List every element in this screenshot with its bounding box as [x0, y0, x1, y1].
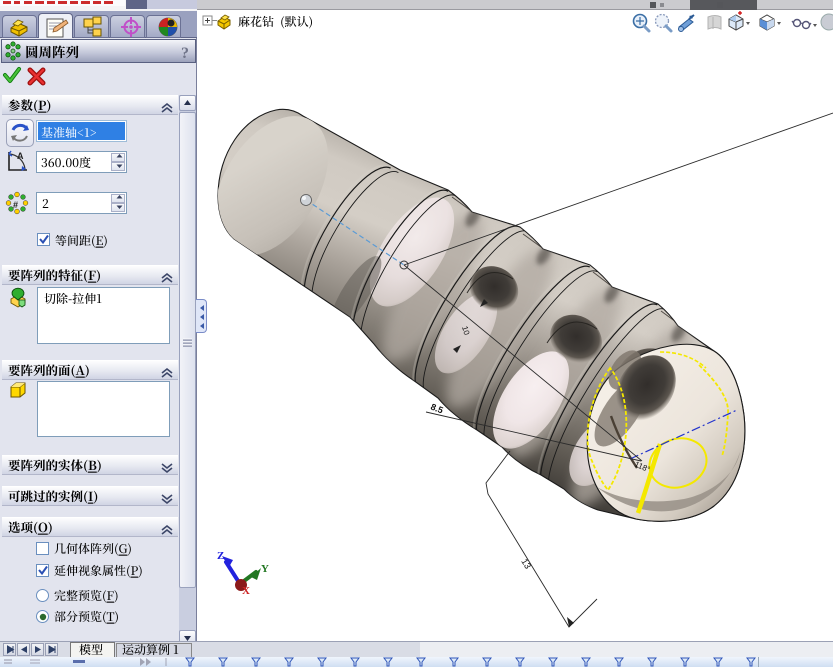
svg-text:?: ?	[181, 45, 189, 62]
svg-text:X: X	[242, 585, 250, 597]
svg-text:A: A	[17, 151, 24, 161]
svg-text:#: #	[13, 200, 18, 210]
svg-text:Y: Y	[261, 563, 269, 575]
svg-text:Z: Z	[217, 550, 224, 562]
svg-text:13: 13	[519, 557, 533, 571]
